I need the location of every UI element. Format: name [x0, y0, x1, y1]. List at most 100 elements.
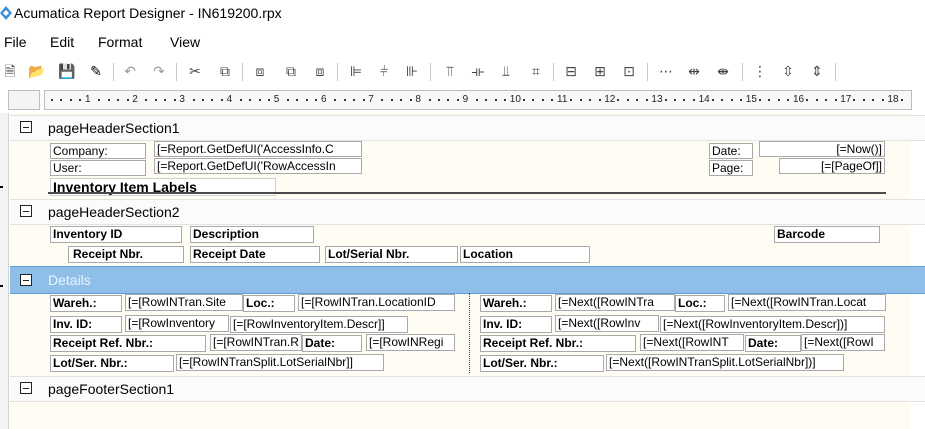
menu-format[interactable]: Format	[98, 34, 142, 50]
menu-edit[interactable]: Edit	[50, 34, 74, 50]
gutter-marker	[0, 186, 3, 188]
ruler-tick	[598, 99, 601, 101]
column-location[interactable]: Location	[460, 246, 590, 263]
left-lot-value[interactable]: [=[RowINTranSplit.LotSerialNbr]]	[176, 354, 384, 371]
ruler-tick	[117, 99, 120, 101]
left-lot-label[interactable]: Lot/Ser. Nbr.:	[50, 355, 174, 372]
ruler-tick	[239, 99, 242, 101]
send-backward-icon[interactable]: ⧈	[310, 61, 330, 81]
date-label[interactable]: Date:	[709, 143, 753, 159]
right-invid-value[interactable]: [=Next([RowInv	[555, 315, 659, 332]
align-middle-icon[interactable]: ⟛	[468, 61, 488, 81]
cut-icon[interactable]: ✂	[185, 61, 205, 81]
redo-icon[interactable]: ↷	[149, 61, 169, 81]
ruler-tick	[211, 99, 214, 101]
user-value[interactable]: [=Report.GetDefUI('RowAccessIn	[154, 158, 362, 174]
right-lot-label[interactable]: Lot/Ser. Nbr.:	[480, 355, 604, 372]
section-page-header-2[interactable]: pageHeaderSection2	[10, 199, 925, 225]
section-page-footer-1[interactable]: pageFooterSection1	[10, 376, 925, 402]
right-loc-value[interactable]: [=Next([RowINTran.Locat	[728, 294, 886, 311]
collapse-toggle-icon[interactable]	[20, 274, 32, 286]
align-grid-icon[interactable]: ⌗	[526, 61, 546, 81]
left-receipt-value[interactable]: [=[RowINTran.R	[210, 334, 302, 351]
vspace-increase-icon[interactable]: ⇳	[778, 61, 798, 81]
user-label[interactable]: User:	[50, 160, 146, 176]
vspace-decrease-icon[interactable]: ⇕	[807, 61, 827, 81]
ruler-tick	[126, 99, 129, 101]
collapse-toggle-icon[interactable]	[20, 121, 32, 133]
right-wareh-label[interactable]: Wareh.:	[480, 295, 552, 312]
section-page-header-1[interactable]: pageHeaderSection1	[10, 115, 925, 141]
right-date-value[interactable]: [=Next([RowI	[801, 334, 885, 351]
new-icon[interactable]: 🗎	[0, 61, 20, 81]
ruler-tick	[740, 99, 743, 101]
save-icon[interactable]: 💾	[57, 61, 77, 81]
align-right-icon[interactable]: ⊪	[402, 61, 422, 81]
column-inventory-id[interactable]: Inventory ID	[50, 226, 182, 243]
ruler-tick	[343, 99, 346, 101]
left-descr-value[interactable]: [=[RowInventoryItem.Descr]]	[230, 316, 408, 333]
company-value[interactable]: [=Report.GetDefUI('AccessInfo.C	[154, 141, 362, 157]
ruler-tick	[664, 99, 667, 101]
company-label[interactable]: Company:	[50, 143, 146, 159]
left-date-label[interactable]: Date:	[302, 335, 362, 352]
ruler-tick	[683, 99, 686, 101]
ruler-tick	[721, 99, 724, 101]
open-icon[interactable]: 📂	[27, 61, 47, 81]
horizontal-ruler: 1 2 3 4 5 6 7 8 9 10 11 12 13 14 15 16 17 18	[44, 90, 912, 110]
menu-file[interactable]: File	[4, 34, 27, 50]
properties-icon[interactable]: ✎	[86, 61, 106, 81]
column-receipt-date[interactable]: Receipt Date	[190, 246, 320, 263]
left-date-value[interactable]: [=[RowINRegi	[366, 334, 455, 351]
column-receipt-nbr[interactable]: Receipt Nbr.	[68, 246, 184, 263]
left-loc-label[interactable]: Loc.:	[243, 295, 295, 312]
right-receipt-label[interactable]: Receipt Ref. Nbr.:	[480, 335, 636, 352]
column-lot-serial[interactable]: Lot/Serial Nbr.	[325, 246, 458, 263]
right-loc-label[interactable]: Loc.:	[675, 295, 725, 312]
hspace-increase-icon[interactable]: ⇹	[684, 61, 704, 81]
align-left-icon[interactable]: ⊫	[346, 61, 366, 81]
ruler-number: 3	[179, 94, 185, 105]
paste-icon[interactable]: ⧈	[250, 61, 270, 81]
column-description[interactable]: Description	[190, 226, 314, 243]
column-barcode[interactable]: Barcode	[774, 226, 880, 243]
ruler-tick	[900, 99, 903, 101]
ruler-tick	[579, 99, 582, 101]
left-receipt-label[interactable]: Receipt Ref. Nbr.:	[50, 335, 206, 352]
date-value[interactable]: [=Now()]	[759, 141, 885, 157]
left-wareh-label[interactable]: Wareh.:	[50, 295, 122, 312]
left-loc-value[interactable]: [=[RowINTran.LocationID	[298, 294, 455, 311]
ruler-number: 10	[509, 94, 521, 105]
undo-icon[interactable]: ↶	[120, 61, 140, 81]
collapse-toggle-icon[interactable]	[20, 382, 32, 394]
align-bottom-icon[interactable]: ⫫	[496, 61, 516, 81]
left-wareh-value[interactable]: [=[RowINTran.Site	[125, 294, 243, 311]
same-size-icon[interactable]: ⊡	[619, 61, 639, 81]
page-value[interactable]: [=[PageOf]]	[779, 158, 885, 174]
left-invid-value[interactable]: [=[RowInventory	[125, 315, 229, 332]
align-center-icon[interactable]: ⫩	[374, 61, 394, 81]
align-top-icon[interactable]: ⫪	[440, 61, 460, 81]
right-descr-value[interactable]: [=Next([RowInventoryItem.Descr])]	[660, 316, 885, 333]
window-title: Acumatica Report Designer - IN619200.rpx	[14, 5, 282, 21]
right-lot-value[interactable]: [=Next([RowINTranSplit.LotSerialNbr])]	[606, 354, 844, 371]
same-height-icon[interactable]: ⊞	[590, 61, 610, 81]
page-label[interactable]: Page:	[709, 160, 753, 176]
collapse-toggle-icon[interactable]	[20, 205, 32, 217]
same-width-icon[interactable]: ⊟	[561, 61, 581, 81]
ruler-number: 9	[462, 94, 469, 105]
right-invid-label[interactable]: Inv. ID:	[480, 316, 552, 333]
vspace-equal-icon[interactable]: ⋮	[750, 61, 770, 81]
hspace-decrease-icon[interactable]: ⇼	[713, 61, 733, 81]
left-invid-label[interactable]: Inv. ID:	[50, 316, 122, 333]
hspace-equal-icon[interactable]: ⋯	[656, 61, 676, 81]
bring-forward-icon[interactable]: ⧉	[281, 61, 301, 81]
right-date-label[interactable]: Date:	[745, 335, 801, 352]
ruler-tick	[626, 99, 629, 101]
right-receipt-value[interactable]: [=Next([RowINT	[640, 334, 744, 351]
ruler-tick	[145, 99, 148, 101]
right-wareh-value[interactable]: [=Next([RowINTra	[555, 294, 675, 311]
menu-view[interactable]: View	[170, 34, 200, 50]
copy-icon[interactable]: ⧉	[215, 61, 235, 81]
section-details[interactable]: Details	[10, 266, 925, 294]
